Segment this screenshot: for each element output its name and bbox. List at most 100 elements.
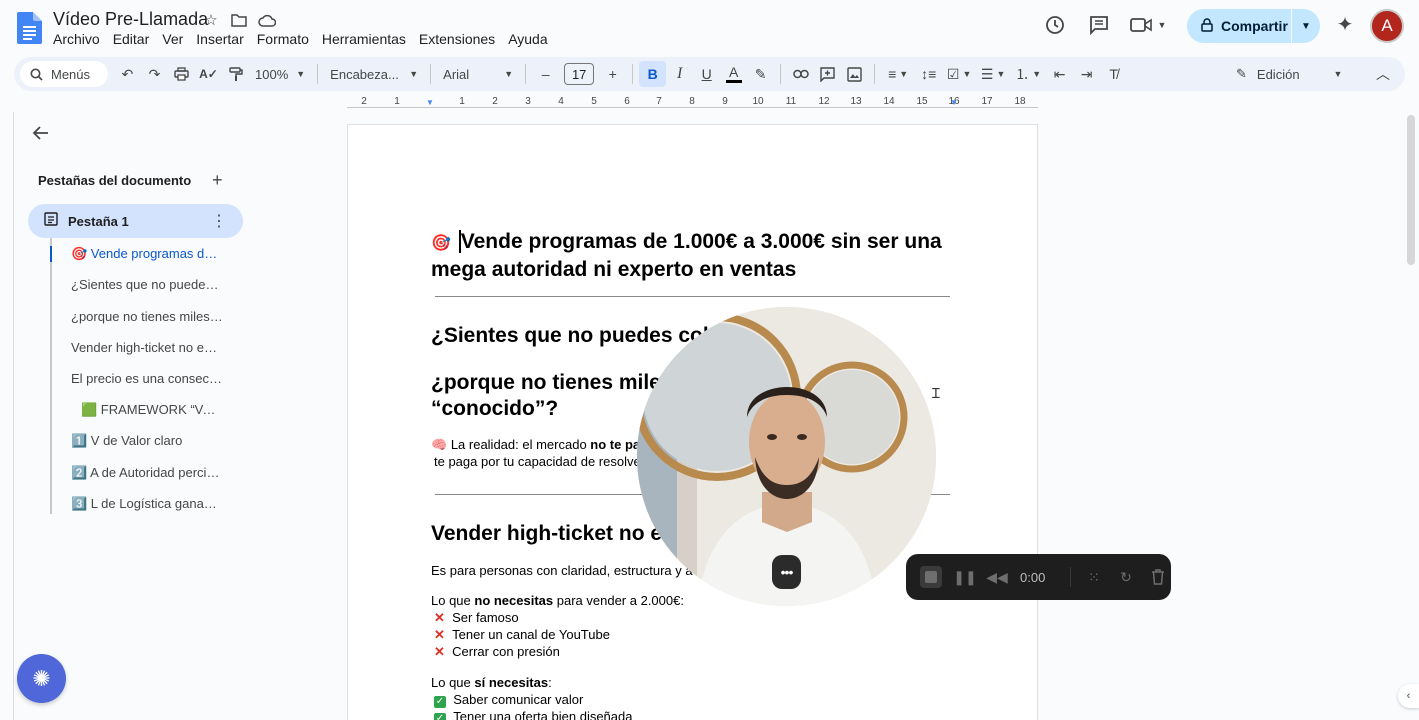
line-spacing-icon[interactable]: ↕≡ xyxy=(915,61,942,87)
menu-insertar[interactable]: Insertar xyxy=(190,31,250,47)
left-indent-marker[interactable]: ▼ xyxy=(426,98,434,107)
redo-icon[interactable]: ↷ xyxy=(141,61,168,87)
paragraph-no-need[interactable]: Lo que no necesitas para vender a 2.000€… xyxy=(431,592,951,609)
chevron-up-icon[interactable]: ︿ xyxy=(1372,63,1394,85)
print-icon[interactable] xyxy=(168,61,195,87)
paint-format-icon[interactable] xyxy=(222,61,249,87)
list-item[interactable]: ✕ Ser famoso xyxy=(434,609,954,626)
decrease-font-size-icon[interactable]: – xyxy=(532,61,559,87)
docs-logo-icon[interactable] xyxy=(17,12,42,44)
restart-icon[interactable]: ↻ xyxy=(1117,568,1135,586)
increase-indent-icon[interactable]: ⇥ xyxy=(1073,61,1100,87)
share-dropdown-icon[interactable]: ▼ xyxy=(1292,21,1320,32)
zoom-select[interactable]: 100% ▼ xyxy=(249,61,311,87)
editing-mode-select[interactable]: ✎ Edición ▼ xyxy=(1236,57,1342,91)
star-icon[interactable]: ☆ xyxy=(202,11,220,29)
video-options-button[interactable]: ••• xyxy=(772,555,801,589)
stop-icon[interactable] xyxy=(920,566,942,588)
document-title[interactable]: Vídeo Pre-Llamada xyxy=(53,9,208,30)
outline-item[interactable]: ¿porque no tienes miles de seguidores o … xyxy=(71,309,223,324)
menu-archivo[interactable]: Archivo xyxy=(53,31,106,47)
link-icon[interactable] xyxy=(787,61,814,87)
menu-search[interactable]: Menús xyxy=(20,61,108,87)
list-item[interactable]: ✓ Saber comunicar valor xyxy=(434,691,954,708)
outline-item[interactable]: 🟩 FRAMEWORK “VAL” para vender xyxy=(81,402,221,418)
font-select[interactable]: Arial ▼ xyxy=(437,61,519,87)
font-size-input[interactable]: 17 xyxy=(564,63,595,85)
avatar[interactable]: A xyxy=(1370,9,1404,43)
share-button[interactable]: Compartir ▼ xyxy=(1187,9,1320,43)
outline-item[interactable]: 1️⃣ V de Valor claro xyxy=(71,433,223,449)
vertical-scrollbar-thumb[interactable] xyxy=(1407,115,1415,265)
numbered-list-icon[interactable]: ⒈ ▼ xyxy=(1010,61,1046,87)
pencil-icon: ✎ xyxy=(1236,66,1247,81)
list-item-text: Tener un canal de YouTube xyxy=(452,627,610,642)
ruler-label: 12 xyxy=(818,96,830,107)
outline-item[interactable]: El precio es una consecuencia xyxy=(71,371,223,386)
ruler-label: 17 xyxy=(981,96,993,107)
menu-search-label: Menús xyxy=(51,66,91,82)
right-indent-marker[interactable]: ▼ xyxy=(950,98,958,107)
undo-icon[interactable]: ↶ xyxy=(114,61,141,87)
text-color-icon[interactable]: A xyxy=(720,61,747,87)
tab-pestana-1[interactable]: Pestaña 1 ⋮ xyxy=(28,204,243,238)
meet-video-icon[interactable]: ▼ xyxy=(1128,10,1168,40)
menu-formato[interactable]: Formato xyxy=(250,31,315,47)
outline-item[interactable]: ¿Sientes que no puedes cobrar más? xyxy=(71,277,223,292)
clear-formatting-icon[interactable]: T̸ xyxy=(1100,61,1127,87)
decrease-indent-icon[interactable]: ⇤ xyxy=(1046,61,1073,87)
comments-icon[interactable] xyxy=(1084,10,1114,40)
ruler-label: 7 xyxy=(656,96,662,107)
back-arrow-icon[interactable] xyxy=(32,124,54,146)
list-item[interactable]: ✓ Tener una oferta bien diseñada xyxy=(434,708,954,720)
paragraph-style-select[interactable]: Encabeza... ▼ xyxy=(324,61,424,87)
vertical-ruler[interactable] xyxy=(0,112,14,720)
add-comment-icon[interactable] xyxy=(814,61,841,87)
italic-icon[interactable]: I xyxy=(666,61,693,87)
check-mark-icon: ✓ xyxy=(434,696,446,708)
spellcheck-icon[interactable]: A✓ xyxy=(195,61,222,87)
bulleted-list-icon[interactable]: ☰ ▼ xyxy=(976,61,1010,87)
increase-font-size-icon[interactable]: + xyxy=(599,61,626,87)
add-tab-icon[interactable]: + xyxy=(212,170,223,191)
underline-icon[interactable]: U xyxy=(693,61,720,87)
outline-item[interactable]: Vender high-ticket no es para gurús xyxy=(71,340,223,355)
menu-bar: Archivo Editar Ver Insertar Formato Herr… xyxy=(53,31,554,47)
drag-handle-icon[interactable]: ⁙ xyxy=(1085,568,1103,586)
move-folder-icon[interactable] xyxy=(230,11,248,29)
outline-item[interactable]: 2️⃣ A de Autoridad percibida xyxy=(71,465,223,481)
highlight-icon[interactable]: ✎ xyxy=(747,61,774,87)
align-icon[interactable]: ≡ ▼ xyxy=(881,61,915,87)
text-cursor-icon: Ɪ xyxy=(932,385,940,401)
menu-extensiones[interactable]: Extensiones xyxy=(412,31,501,47)
bold-icon[interactable]: B xyxy=(639,61,667,87)
version-history-icon[interactable] xyxy=(1040,10,1070,40)
more-vert-icon[interactable]: ⋮ xyxy=(211,211,227,231)
menu-ver[interactable]: Ver xyxy=(156,31,190,47)
trash-icon[interactable] xyxy=(1149,568,1167,586)
menu-herramientas[interactable]: Herramientas xyxy=(315,31,412,47)
outline-item[interactable]: 3️⃣ L de Logística ganadora xyxy=(71,496,223,512)
document-title-heading[interactable]: 🎯 Vende programas de 1.000€ a 3.000€ sin… xyxy=(431,229,951,283)
ruler-label: 6 xyxy=(624,96,630,107)
horizontal-ruler[interactable]: 2 1 ▼ 1 2 3 4 5 6 7 8 9 10 11 12 13 14 1… xyxy=(347,94,1038,110)
gemini-sparkle-icon[interactable]: ✦ xyxy=(1334,14,1356,36)
chevron-left-icon[interactable]: ‹ xyxy=(1398,684,1419,708)
rewind-icon[interactable]: ◀◀ xyxy=(986,568,1008,586)
paragraph-need[interactable]: Lo que sí necesitas: xyxy=(431,674,951,691)
cloud-status-icon[interactable] xyxy=(258,11,276,29)
outline-item[interactable]: 🎯 Vende programas de 1.000€ a 3.000€ sin… xyxy=(71,246,223,262)
checklist-icon[interactable]: ☑ ▼ xyxy=(942,61,976,87)
ruler-label: 3 xyxy=(525,96,531,107)
list-item[interactable]: ✕ Cerrar con presión xyxy=(434,643,954,660)
menu-editar[interactable]: Editar xyxy=(106,31,156,47)
share-label: Compartir xyxy=(1221,18,1288,34)
text: para vender a 2.000€: xyxy=(553,593,684,608)
extension-fab-button[interactable]: ✺ xyxy=(17,654,66,703)
ruler-label: 8 xyxy=(689,96,695,107)
menu-ayuda[interactable]: Ayuda xyxy=(502,31,554,47)
insert-image-icon[interactable] xyxy=(841,61,868,87)
list-item[interactable]: ✕ Tener un canal de YouTube xyxy=(434,626,954,643)
ruler-label: 1 xyxy=(394,96,400,107)
pause-icon[interactable]: ❚❚ xyxy=(953,568,976,586)
